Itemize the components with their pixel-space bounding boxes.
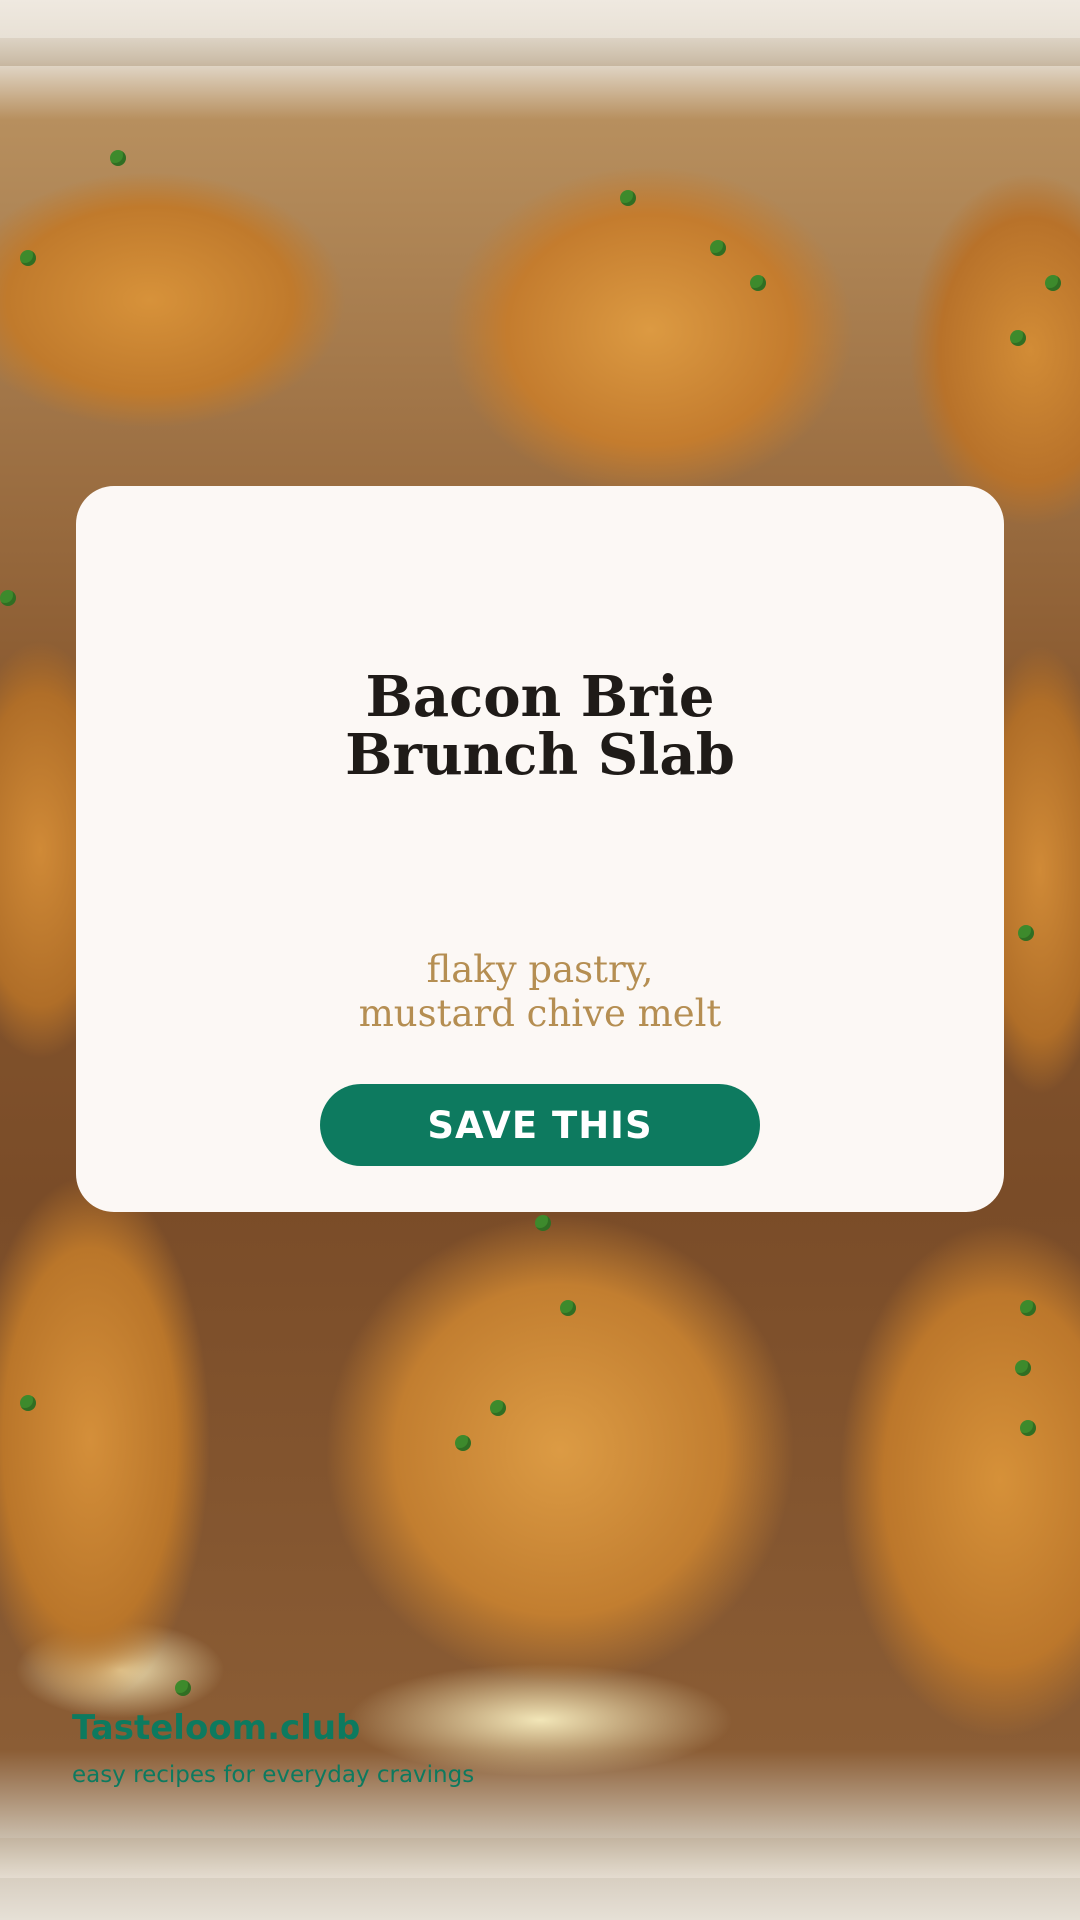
chive-garnish <box>455 1435 471 1451</box>
chive-garnish <box>175 1680 191 1696</box>
chive-garnish <box>1045 275 1061 291</box>
recipe-title-line-2: Brunch Slab <box>345 722 735 788</box>
chive-garnish <box>620 190 636 206</box>
brand-name: Tasteloom.club <box>72 1708 361 1748</box>
recipe-subtitle-line-2: mustard chive melt <box>358 992 722 1035</box>
chive-garnish <box>535 1215 551 1231</box>
recipe-card: Bacon Brie Brunch Slab flaky pastry, mus… <box>76 486 1004 1212</box>
tray-edge-bottom <box>0 1838 1080 1878</box>
chive-garnish <box>20 250 36 266</box>
recipe-subtitle-line-1: flaky pastry, <box>426 948 654 991</box>
chive-garnish <box>1010 330 1026 346</box>
chive-garnish <box>0 590 16 606</box>
recipe-title: Bacon Brie Brunch Slab <box>76 668 1004 784</box>
chive-garnish <box>110 150 126 166</box>
chive-garnish <box>1020 1420 1036 1436</box>
chive-garnish <box>1015 1360 1031 1376</box>
recipe-title-line-1: Bacon Brie <box>365 664 715 730</box>
chive-garnish <box>1018 925 1034 941</box>
chive-garnish <box>1020 1300 1036 1316</box>
chive-garnish <box>490 1400 506 1416</box>
brand-tagline: easy recipes for everyday cravings <box>72 1762 475 1788</box>
chive-garnish <box>560 1300 576 1316</box>
chive-garnish <box>20 1395 36 1411</box>
tray-edge-top <box>0 38 1080 66</box>
recipe-subtitle: flaky pastry, mustard chive melt <box>76 948 1004 1036</box>
chive-garnish <box>750 275 766 291</box>
save-button[interactable]: SAVE THIS <box>320 1084 760 1166</box>
chive-garnish <box>710 240 726 256</box>
